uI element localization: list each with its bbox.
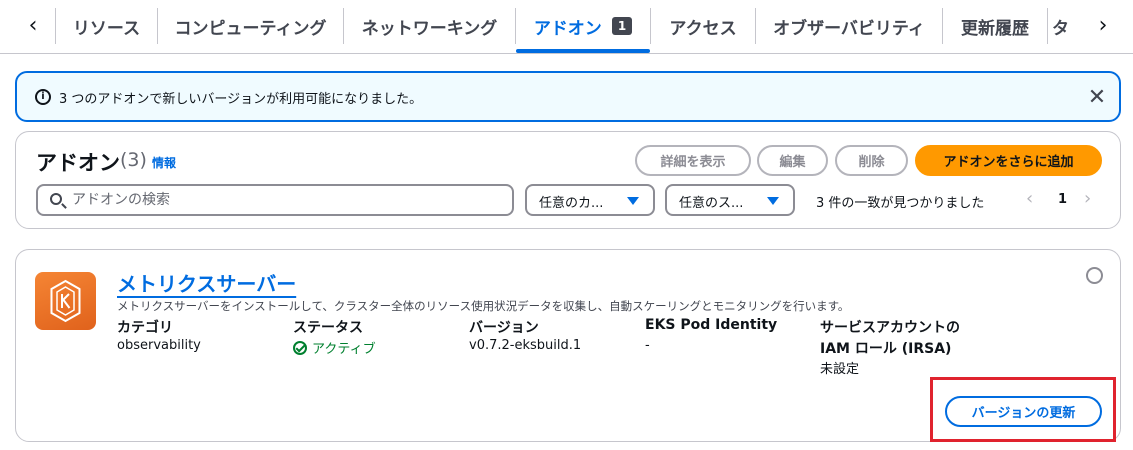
- add-more-addons-button[interactable]: アドオンをさらに追加: [915, 145, 1102, 176]
- select-value: 任意のカ...: [539, 196, 604, 211]
- version-label: バージョン: [469, 320, 539, 336]
- tab-count-badge: 1: [611, 17, 633, 35]
- active-tab-indicator: [516, 49, 650, 53]
- close-icon[interactable]: ✕: [1085, 83, 1109, 111]
- irsa-value: 未設定: [820, 362, 860, 377]
- info-icon: i: [35, 89, 51, 105]
- chevron-right-icon[interactable]: ›: [1084, 188, 1091, 209]
- tab-label: リソース: [72, 18, 141, 39]
- tab-observability[interactable]: オブザーバビリティ: [756, 8, 942, 44]
- tab-addons[interactable]: アドオン 1: [516, 8, 650, 44]
- status-value: アクティブ: [293, 338, 376, 357]
- status-label: ステータス: [293, 320, 363, 336]
- match-count: 3 件の一致が見つかりました: [816, 196, 985, 211]
- tab-bar: ‹ リソース コンピューティング ネットワーキング アドオン 1 アクセス オブ…: [0, 0, 1133, 54]
- caret-down-icon: [767, 197, 779, 205]
- chevron-left-icon[interactable]: ‹: [1026, 188, 1033, 209]
- irsa-label-line1: サービスアカウントの: [820, 320, 960, 336]
- category-value: observability: [117, 338, 201, 353]
- search-box: [36, 184, 514, 216]
- addon-logo-svg: [50, 279, 81, 323]
- close-glyph: ✕: [1087, 84, 1107, 110]
- search-icon: [50, 193, 62, 205]
- view-details-button[interactable]: 詳細を表示: [635, 145, 751, 176]
- info-link[interactable]: 情報: [152, 154, 176, 171]
- page-number[interactable]: 1: [1058, 192, 1067, 207]
- addon-description: メトリクスサーバーをインストールして、クラスター全体のリソース使用状況データを収…: [117, 299, 850, 313]
- tab-label: タ: [1052, 18, 1069, 39]
- search-input[interactable]: [72, 190, 492, 210]
- info-glyph: i: [41, 91, 45, 102]
- tab-label: アドオン: [533, 18, 602, 39]
- chevron-right-icon[interactable]: ›: [1090, 10, 1116, 40]
- pod-identity-value: -: [645, 338, 650, 353]
- tab-compute[interactable]: コンピューティング: [158, 8, 343, 44]
- tab-separator: [1047, 8, 1048, 44]
- tab-label: コンピューティング: [174, 18, 327, 39]
- tab-tags-partial[interactable]: タ: [1052, 8, 1086, 44]
- update-available-flash: i 3 つのアドオンで新しいバージョンが利用可能になりました。 ✕: [15, 71, 1121, 122]
- addon-count: (3): [120, 149, 147, 171]
- kubernetes-addon-icon: [35, 272, 96, 330]
- irsa-label-line2: IAM ロール (IRSA): [820, 341, 952, 357]
- delete-button[interactable]: 削除: [835, 145, 908, 176]
- flash-message: 3 つのアドオンで新しいバージョンが利用可能になりました。: [59, 92, 423, 107]
- pod-identity-label: EKS Pod Identity: [645, 317, 778, 333]
- addon-name-link[interactable]: メトリクスサーバー: [117, 268, 296, 297]
- tab-update-history[interactable]: 更新履歴: [943, 8, 1047, 44]
- tab-label: ネットワーキング: [361, 18, 498, 39]
- chevron-left-icon[interactable]: ‹: [20, 10, 46, 40]
- version-value: v0.7.2-eksbuild.1: [469, 338, 582, 353]
- tab-label: オブザーバビリティ: [773, 18, 925, 39]
- addon-select-radio[interactable]: [1086, 267, 1103, 284]
- tab-label: アクセス: [669, 18, 737, 39]
- check-circle-icon: [293, 341, 307, 355]
- caret-down-icon: [627, 197, 639, 205]
- highlight-annotation-box: [930, 377, 1116, 442]
- select-value: 任意のス...: [679, 196, 744, 211]
- tab-access[interactable]: アクセス: [651, 8, 755, 44]
- category-filter-select[interactable]: 任意のカ...: [525, 184, 655, 216]
- tab-resources[interactable]: リソース: [56, 8, 157, 44]
- tab-label: 更新履歴: [961, 18, 1029, 39]
- category-label: カテゴリ: [117, 320, 173, 336]
- addons-header-panel: アドオン (3) 情報 詳細を表示 編集 削除 アドオンをさらに追加 任意のカ.…: [15, 131, 1121, 229]
- edit-button[interactable]: 編集: [757, 145, 828, 176]
- status-filter-select[interactable]: 任意のス...: [665, 184, 795, 216]
- page-title: アドオン: [36, 151, 120, 175]
- status-text: アクティブ: [312, 342, 376, 357]
- tab-networking[interactable]: ネットワーキング: [344, 8, 515, 44]
